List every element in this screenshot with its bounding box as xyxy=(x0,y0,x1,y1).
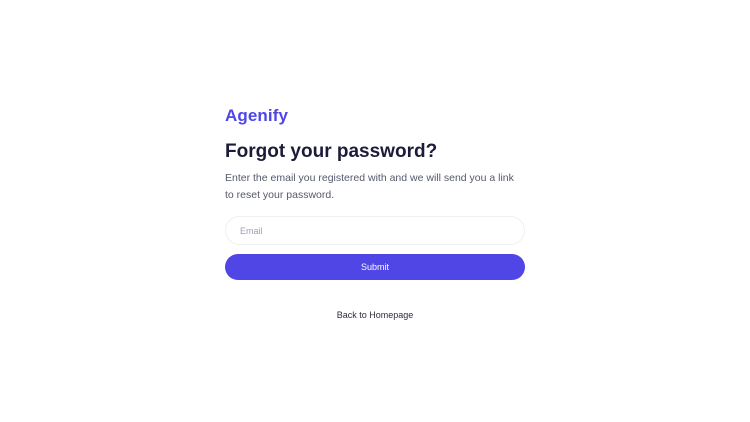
back-to-homepage-link[interactable]: Back to Homepage xyxy=(225,309,525,321)
page-title: Forgot your password? xyxy=(225,141,438,162)
forgot-password-page: Agenify Forgot your password? Enter the … xyxy=(0,0,750,422)
email-field[interactable] xyxy=(225,216,525,245)
page-subtitle: Enter the email you registered with and … xyxy=(225,172,514,201)
forgot-password-card: Agenify Forgot your password? Enter the … xyxy=(225,106,525,321)
submit-button[interactable]: Submit xyxy=(225,254,525,280)
brand-logo: Agenify xyxy=(225,106,289,125)
